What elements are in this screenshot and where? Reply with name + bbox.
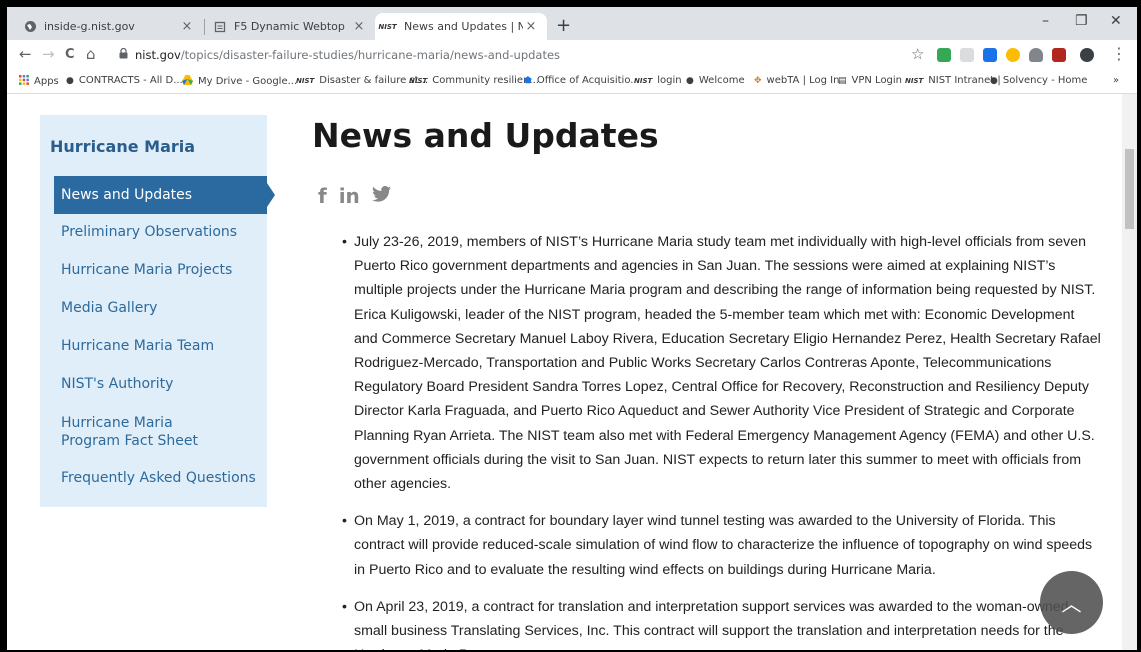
- close-tab-icon[interactable]: ×: [179, 19, 195, 34]
- bookmark-label: Apps: [34, 76, 59, 87]
- news-item: On May 1, 2019, a contract for boundary …: [342, 509, 1102, 582]
- bookmark-office-acquisition[interactable]: ⬟ Office of Acquisitio...: [524, 75, 640, 86]
- menu-icon[interactable]: ⋮: [1111, 44, 1127, 63]
- nist-icon: NIST: [905, 76, 924, 85]
- webta-icon: ✥: [754, 75, 762, 86]
- address-bar[interactable]: nist.gov/topics/disaster-failure-studies…: [105, 42, 937, 67]
- page-title: News and Updates: [312, 116, 659, 155]
- bookmark-label: VPN Login: [851, 75, 903, 86]
- bookmark-contracts[interactable]: ● CONTRACTS - All D...: [66, 75, 183, 86]
- bookmark-solvency[interactable]: ● Solvency - Home: [990, 75, 1087, 86]
- news-list: July 23-26, 2019, members of NIST’s Hurr…: [342, 230, 1102, 650]
- document-icon: ▤: [838, 75, 847, 86]
- bookmark-welcome[interactable]: ● Welcome: [686, 75, 745, 86]
- sidebar-item-hurricane-maria-team[interactable]: Hurricane Maria Team: [54, 338, 267, 354]
- page-content: Hurricane Maria News and Updates Prelimi…: [7, 94, 1122, 650]
- bookmark-vpn-login[interactable]: ▤ VPN Login: [838, 75, 902, 86]
- extension-new-icon[interactable]: [983, 48, 997, 62]
- sidebar-item-preliminary-observations[interactable]: Preliminary Observations: [54, 224, 267, 240]
- bookmark-webta[interactable]: ✥ webTA | Log In: [754, 75, 839, 86]
- globe-icon: [23, 20, 37, 34]
- bookmark-label: Welcome: [698, 75, 745, 86]
- bookmark-label: My Drive - Google...: [198, 76, 298, 87]
- back-button[interactable]: ←: [19, 45, 32, 63]
- url-domain: nist.gov: [135, 47, 181, 62]
- reload-button[interactable]: C: [65, 47, 75, 62]
- globe-icon: ●: [990, 75, 998, 86]
- close-window-button[interactable]: ✕: [1110, 13, 1122, 29]
- linkedin-icon[interactable]: in: [339, 184, 360, 208]
- bookmarks-bar: Apps ● CONTRACTS - All D... My Drive - G…: [7, 70, 1137, 94]
- facebook-icon[interactable]: f: [318, 184, 327, 208]
- news-item: July 23-26, 2019, members of NIST’s Hurr…: [342, 230, 1102, 496]
- forward-button[interactable]: →: [42, 45, 55, 63]
- nist-icon: NIST: [634, 76, 653, 85]
- bookmark-label: Community resilien...: [432, 75, 539, 86]
- tab-title: News and Updates | NIST: [404, 20, 523, 33]
- new-tab-button[interactable]: +: [556, 15, 571, 36]
- bookmark-label: Solvency - Home: [1002, 75, 1088, 86]
- close-tab-icon[interactable]: ×: [351, 19, 367, 34]
- close-tab-icon[interactable]: ×: [523, 19, 539, 34]
- apps-grid-icon: [19, 75, 29, 88]
- minimize-button[interactable]: –: [1042, 13, 1049, 29]
- shield-icon: ⬟: [524, 75, 532, 86]
- bookmark-label: CONTRACTS - All D...: [78, 75, 183, 86]
- bookmark-label: webTA | Log In: [766, 75, 840, 86]
- lock-icon: [119, 47, 128, 62]
- home-button[interactable]: ⌂: [86, 45, 96, 63]
- bookmark-community-resilience[interactable]: NIST Community resilien...: [409, 75, 539, 86]
- document-icon: [213, 20, 227, 34]
- tab-title: F5 Dynamic Webtop: [234, 20, 345, 33]
- browser-window: inside-g.nist.gov × F5 Dynamic Webtop × …: [7, 7, 1137, 650]
- sidebar-item-news-and-updates[interactable]: News and Updates: [54, 176, 275, 214]
- globe-icon: ●: [686, 75, 694, 86]
- tab-title: inside-g.nist.gov: [44, 20, 135, 33]
- nist-icon: NIST: [296, 76, 315, 85]
- section-sidebar: Hurricane Maria News and Updates Prelimi…: [40, 115, 275, 507]
- sidebar-item-media-gallery[interactable]: Media Gallery: [54, 300, 267, 316]
- twitter-icon[interactable]: [371, 184, 392, 208]
- tab-strip: inside-g.nist.gov × F5 Dynamic Webtop × …: [7, 7, 1137, 40]
- bookmark-apps[interactable]: Apps: [19, 75, 59, 88]
- tab-f5-webtop[interactable]: F5 Dynamic Webtop ×: [205, 13, 375, 40]
- bookmark-my-drive[interactable]: My Drive - Google...: [182, 75, 297, 88]
- extension-grey-icon[interactable]: [960, 48, 974, 62]
- url-path: /topics/disaster-failure-studies/hurrica…: [180, 47, 561, 62]
- sidebar-item-faq[interactable]: Frequently Asked Questions: [54, 470, 267, 486]
- back-to-top-button[interactable]: ︿: [1040, 571, 1103, 634]
- sidebar-item-hurricane-maria-projects[interactable]: Hurricane Maria Projects: [54, 262, 267, 278]
- page-scrollbar[interactable]: [1122, 94, 1137, 650]
- scrollbar-thumb[interactable]: [1125, 149, 1134, 229]
- sidebar-title[interactable]: Hurricane Maria: [50, 137, 195, 156]
- nist-icon: NIST: [409, 76, 428, 85]
- bookmark-nist-intranet[interactable]: NIST NIST Intranet |: [905, 75, 1001, 86]
- social-share-bar: f in: [318, 184, 392, 208]
- profile-avatar-icon[interactable]: [1080, 48, 1094, 62]
- bookmark-label: Office of Acquisitio...: [536, 75, 640, 86]
- tab-news-and-updates[interactable]: NIST News and Updates | NIST ×: [375, 13, 547, 40]
- drive-icon: [182, 75, 193, 88]
- restore-button[interactable]: ❐: [1075, 13, 1088, 29]
- more-bookmarks-button[interactable]: »: [1113, 75, 1119, 86]
- extension-green-icon[interactable]: [937, 48, 951, 62]
- extension-drive-icon[interactable]: [1029, 48, 1043, 62]
- extension-circle-icon[interactable]: [1006, 48, 1020, 62]
- browser-toolbar: ← → C ⌂ nist.gov/topics/disaster-failure…: [7, 40, 1137, 70]
- sidebar-item-nists-authority[interactable]: NIST's Authority: [54, 376, 267, 392]
- globe-icon: ●: [66, 75, 74, 86]
- sidebar-item-program-fact-sheet[interactable]: Hurricane Maria Program Fact Sheet: [54, 414, 234, 450]
- bookmark-login[interactable]: NIST login: [634, 75, 682, 86]
- bookmark-star-icon[interactable]: ☆: [911, 45, 924, 63]
- tab-inside-g[interactable]: inside-g.nist.gov ×: [15, 13, 203, 40]
- extension-pdf-icon[interactable]: [1052, 48, 1066, 62]
- bookmark-label: login: [657, 75, 682, 86]
- nist-icon: NIST: [378, 22, 397, 31]
- news-item: On April 23, 2019, a contract for transl…: [342, 595, 1102, 650]
